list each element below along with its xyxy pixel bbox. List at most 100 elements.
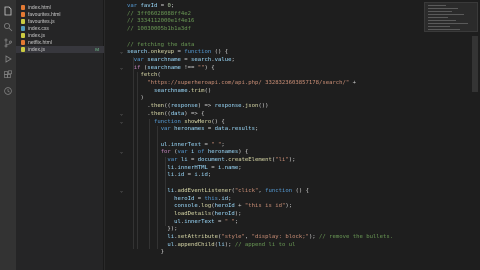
code-token: setAttribute <box>177 234 218 240</box>
code-line[interactable]: } <box>104 249 480 256</box>
code-line[interactable]: }); <box>104 226 480 233</box>
extensions-icon[interactable] <box>3 70 13 80</box>
explorer-file-item[interactable]: index.css <box>16 25 104 32</box>
code-line[interactable]: ⌄ for (var i of heronames) { <box>104 149 480 156</box>
explorer-file-item[interactable]: netflix.html <box>16 39 104 46</box>
history-icon[interactable] <box>3 86 13 96</box>
code-line[interactable]: // fetching the data <box>104 42 480 49</box>
indent-guide <box>157 126 158 250</box>
code-token: id <box>201 172 208 179</box>
code-line[interactable]: heroId = this.id; <box>104 196 480 203</box>
code-line[interactable]: var searchname = search.value; <box>104 57 480 64</box>
fold-chevron-icon[interactable]: ⌄ <box>120 119 124 126</box>
files-icon[interactable] <box>3 6 13 16</box>
code-token: (( <box>164 110 171 117</box>
code-token: " " <box>224 218 235 225</box>
code-token: searchname <box>153 87 188 94</box>
code-line[interactable]: ) <box>104 95 480 102</box>
fold-chevron-icon[interactable]: ⌄ <box>120 65 124 72</box>
code-token: ; <box>170 3 175 9</box>
code-line[interactable]: li.id = i.id; <box>104 172 480 179</box>
source-control-icon[interactable] <box>3 38 13 48</box>
code-line[interactable]: .then((response) => response.json()) <box>104 103 480 110</box>
code-token: ) => <box>197 103 215 110</box>
code-token: = <box>180 56 192 63</box>
fold-chevron-icon[interactable]: ⌄ <box>120 188 124 195</box>
code-line[interactable]: ⌄ if (searchname !== "") { <box>104 65 480 72</box>
code-token: () <box>204 87 212 94</box>
code-text: var searchname = search.value; <box>127 57 235 64</box>
fold-chevron-icon[interactable]: ⌄ <box>120 149 124 156</box>
code-token: heronames <box>174 126 205 133</box>
code-text: // 10030005b1b1a3df <box>127 26 191 33</box>
minimap[interactable] <box>424 2 478 32</box>
code-token: trim <box>191 87 205 94</box>
code-line[interactable]: li.setAttribute("style", "display: block… <box>104 234 480 241</box>
code-text: var favId = 0; <box>127 3 174 10</box>
code-line[interactable]: searchname.trim() <box>104 88 480 95</box>
code-line[interactable]: ul.innerText = " "; <box>104 219 480 226</box>
code-line[interactable]: var heronames = data.results; <box>104 126 480 133</box>
code-text: for (var i of heronames) { <box>127 149 249 156</box>
code-token: var <box>133 56 148 63</box>
file-type-icon <box>21 47 25 52</box>
code-text: ) <box>127 95 144 102</box>
explorer-file-item[interactable]: index.js <box>16 32 104 39</box>
code-token: ; <box>255 126 259 133</box>
code-line[interactable]: ul.innerText = " "; <box>104 142 480 149</box>
code-line[interactable]: ⌄ function showHero() { <box>104 119 480 126</box>
explorer-file-item[interactable]: index.html <box>16 4 104 11</box>
file-label: index.js <box>28 32 45 39</box>
code-token: ul <box>174 218 181 225</box>
git-status-badge: M <box>95 47 99 52</box>
fold-chevron-icon[interactable]: ⌄ <box>120 49 124 56</box>
code-line[interactable]: ⌄ .then((data) => { <box>104 111 480 118</box>
code-line[interactable]: ul.appendChild(li); // append li to ul <box>104 242 480 249</box>
code-token: ) <box>127 95 144 102</box>
code-line[interactable] <box>104 180 480 187</box>
code-token: document <box>197 157 225 163</box>
search-icon[interactable] <box>3 22 13 32</box>
code-line[interactable]: loadDetails(heroId); <box>104 211 480 218</box>
code-line[interactable]: "https://superheroapi.com/api.php/ 33283… <box>104 80 480 87</box>
minimap-line <box>428 14 464 15</box>
code-token: ; <box>207 172 212 179</box>
code-token: response <box>214 103 242 110</box>
code-text: console.log(heroId + "this is id"); <box>127 203 292 210</box>
activity-bar <box>0 0 16 270</box>
explorer-file-item[interactable]: index.js M <box>16 46 104 53</box>
explorer-file-item[interactable]: favourites.js <box>16 18 104 25</box>
code-token: "this is id" <box>244 203 286 210</box>
code-text: // 3ff06028088ff4e2 <box>127 11 191 18</box>
code-line[interactable]: ⌄ search.onkeyup = function () { <box>104 49 480 56</box>
code-token: data <box>214 126 229 133</box>
code-token: (( <box>164 103 171 110</box>
code-token: if <box>133 64 141 71</box>
fold-chevron-icon[interactable]: ⌄ <box>120 111 124 118</box>
code-line[interactable]: fetch( <box>104 72 480 79</box>
code-token: for <box>160 149 171 156</box>
run-debug-icon[interactable] <box>3 54 13 64</box>
editor-scrollbar[interactable] <box>472 36 478 92</box>
code-token: innerText <box>184 218 215 225</box>
code-line[interactable]: console.log(heroId + "this is id"); <box>104 203 480 210</box>
code-token: loadDetails <box>174 210 212 217</box>
code-token: ( <box>170 149 178 156</box>
code-line[interactable] <box>104 34 480 41</box>
code-line[interactable]: ⌄ li.addEventListener("click", function … <box>104 188 480 195</box>
code-token: // 3334112000e1f4e16 <box>127 18 195 25</box>
code-line[interactable] <box>104 134 480 141</box>
code-text: ul.innerText = " "; <box>127 142 225 149</box>
code-token: "click" <box>234 187 259 194</box>
code-text: // 3334112000e1f4e16 <box>127 18 194 25</box>
code-text: li.innerHTML = i.name; <box>127 165 241 172</box>
code-token: // remove the bullets. <box>319 234 394 240</box>
explorer-file-item[interactable]: favourites.html <box>16 11 104 18</box>
code-line[interactable]: li.innerHTML = i.name; <box>104 165 480 172</box>
code-line[interactable]: var li = document.createElement("li"); <box>104 157 480 164</box>
code-editor[interactable]: var favId = 0;// 3ff06028088ff4e2// 3334… <box>104 0 480 270</box>
code-token: value <box>214 56 232 63</box>
code-token: = <box>174 49 185 56</box>
